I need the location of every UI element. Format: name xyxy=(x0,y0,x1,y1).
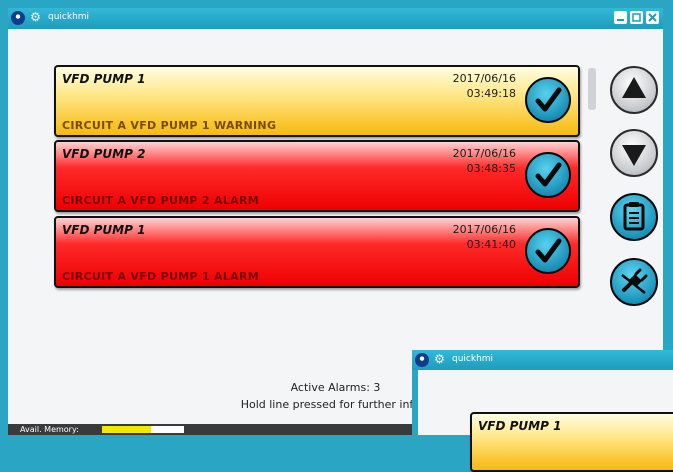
alarm-row[interactable]: VFD PUMP 1 2017/06/16 03:49:18 CIRCUIT A… xyxy=(54,65,580,137)
acknowledge-button[interactable] xyxy=(525,152,571,198)
gear-icon[interactable]: ⚙ xyxy=(29,11,42,24)
alarm-timestamp: 2017/06/16 03:41:40 xyxy=(453,222,516,252)
window-title: quickhmi xyxy=(48,12,90,22)
disconnect-plug-icon xyxy=(621,268,648,294)
alarm-history-button[interactable] xyxy=(610,193,658,241)
scroll-down-button[interactable] xyxy=(610,129,658,177)
window-title: quickhmi xyxy=(452,354,494,364)
checkmark-icon xyxy=(535,87,562,112)
gear-icon[interactable]: ⚙ xyxy=(433,353,446,366)
scrollbar-thumb[interactable] xyxy=(588,68,596,110)
alarm-row[interactable]: VFD PUMP 1 xyxy=(470,412,673,472)
memory-gauge xyxy=(102,426,184,433)
alarm-message: CIRCUIT A VFD PUMP 2 ALARM xyxy=(62,194,259,207)
logo-icon xyxy=(415,353,429,367)
minimize-icon[interactable] xyxy=(614,11,627,24)
logo-icon xyxy=(11,11,25,25)
alarm-date: 2017/06/16 xyxy=(452,72,516,85)
alarm-name: VFD PUMP 2 xyxy=(62,147,146,161)
alarm-message: CIRCUIT A VFD PUMP 1 ALARM xyxy=(62,270,259,283)
alarm-time: 03:49:18 xyxy=(466,87,516,100)
alarm-date: 2017/06/16 xyxy=(452,147,516,160)
alarm-name: VFD PUMP 1 xyxy=(62,72,146,86)
checkmark-icon xyxy=(535,162,562,187)
secondary-window[interactable]: ⚙ quickhmi VFD PUMP 1 xyxy=(412,350,673,472)
alarm-name: VFD PUMP 1 xyxy=(62,223,146,237)
alarm-timestamp: 2017/06/16 03:49:18 xyxy=(453,71,516,101)
memory-label: Avail. Memory: xyxy=(20,425,79,434)
acknowledge-button[interactable] xyxy=(525,77,571,123)
window-body: VFD PUMP 1 xyxy=(418,370,673,472)
disconnect-button[interactable] xyxy=(610,258,658,306)
memory-gauge-fill xyxy=(102,426,152,433)
checkmark-icon xyxy=(535,238,562,263)
close-icon[interactable] xyxy=(646,11,659,24)
alarm-date: 2017/06/16 xyxy=(452,223,516,236)
alarm-time: 03:41:40 xyxy=(466,238,516,251)
title-bar: ⚙ quickhmi xyxy=(8,8,663,29)
maximize-icon[interactable] xyxy=(630,11,643,24)
alarm-row[interactable]: VFD PUMP 2 2017/06/16 03:48:35 CIRCUIT A… xyxy=(54,140,580,212)
title-bar: ⚙ quickhmi xyxy=(412,350,673,370)
clipboard-icon xyxy=(623,202,645,231)
arrow-down-icon xyxy=(622,145,646,166)
arrow-up-icon xyxy=(622,77,646,98)
alarm-row[interactable]: VFD PUMP 1 2017/06/16 03:41:40 CIRCUIT A… xyxy=(54,216,580,288)
acknowledge-button[interactable] xyxy=(525,228,571,274)
alarm-timestamp: 2017/06/16 03:48:35 xyxy=(453,146,516,176)
scroll-up-button[interactable] xyxy=(610,66,658,114)
alarm-time: 03:48:35 xyxy=(466,162,516,175)
alarm-name: VFD PUMP 1 xyxy=(478,419,562,433)
alarm-message: CIRCUIT A VFD PUMP 1 WARNING xyxy=(62,119,277,132)
